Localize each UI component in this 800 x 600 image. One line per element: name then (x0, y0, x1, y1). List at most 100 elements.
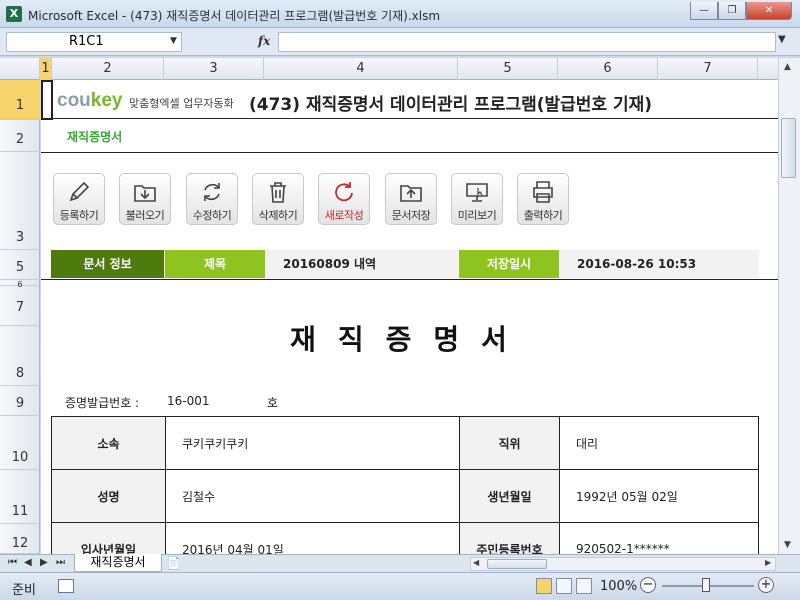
row-header[interactable]: 10 (0, 416, 40, 470)
field-label: 주민등록번호 (459, 522, 560, 554)
title-bar: X Microsoft Excel - (473) 재직증명서 데이터관리 프로… (0, 0, 800, 28)
maximize-button[interactable]: ❐ (718, 2, 746, 20)
logo-subtitle: 맞춤형엑셀 업무자동화 (129, 97, 234, 110)
sheet-tab-active[interactable]: 재직증명서 (74, 554, 162, 572)
zoom-out-button[interactable]: − (640, 577, 656, 593)
window-title: Microsoft Excel - (473) 재직증명서 데이터관리 프로그램… (28, 9, 441, 23)
row-header[interactable]: 1 (0, 80, 40, 120)
logo-text-a: cou (57, 90, 91, 111)
button-label: 삭제하기 (258, 209, 298, 222)
row-header[interactable]: 2 (0, 120, 40, 152)
row-header[interactable]: 9 (0, 386, 40, 416)
zoom-slider-thumb[interactable] (702, 578, 710, 592)
column-header[interactable]: 5 (458, 58, 558, 80)
document-title: (473) 재직증명서 데이터관리 프로그램(발급번호 기재) (249, 95, 653, 115)
field-value[interactable]: 대리 (559, 416, 759, 470)
normal-view-icon[interactable] (536, 578, 552, 594)
field-value[interactable]: 쿠키쿠키쿠키 (165, 416, 460, 470)
field-label: 성명 (51, 469, 166, 523)
issue-number-label: 증명발급번호 : (65, 396, 140, 410)
row-headers: 1 2 3 5 6 7 8 9 10 11 12 (0, 80, 40, 554)
scroll-left-icon[interactable]: ◀ (473, 558, 479, 567)
button-label: 불러오기 (125, 209, 165, 222)
expand-formula-icon[interactable]: ▼ (778, 34, 786, 45)
select-all-corner[interactable] (0, 58, 40, 80)
delete-button[interactable]: 삭제하기 (252, 173, 304, 225)
field-label: 직위 (459, 416, 560, 470)
field-value[interactable]: 김철수 (165, 469, 460, 523)
fx-icon[interactable]: fx (258, 34, 270, 48)
field-value[interactable]: 1992년 05월 02일 (559, 469, 759, 523)
divider (41, 118, 778, 119)
scroll-right-icon[interactable]: ▶ (765, 558, 771, 567)
issue-number[interactable]: 16-001 (167, 394, 210, 408)
row-header[interactable]: 12 (0, 524, 40, 554)
column-header[interactable]: 7 (658, 58, 758, 80)
macro-record-icon[interactable] (58, 579, 74, 593)
folder-upload-icon (400, 185, 422, 202)
zoom-in-button[interactable]: + (758, 577, 774, 593)
field-value[interactable]: 2016년 04월 01일 (165, 522, 460, 554)
button-label: 등록하기 (59, 209, 99, 222)
row-header[interactable]: 11 (0, 470, 40, 524)
divider (41, 152, 778, 153)
prev-sheet-icon[interactable]: ◀ (24, 557, 32, 568)
preview-button[interactable]: 미리보기 (451, 173, 503, 225)
button-label: 새로작성 (324, 209, 364, 222)
column-header[interactable]: 1 (40, 58, 52, 80)
horizontal-scrollbar[interactable]: ◀ ▶ (470, 557, 776, 571)
vertical-scroll-thumb[interactable] (781, 118, 796, 178)
logo-text-b: key (90, 90, 123, 111)
edit-button[interactable]: 수정하기 (186, 173, 238, 225)
scroll-up-icon[interactable]: ▲ (784, 62, 791, 72)
row-header[interactable]: 7 (0, 286, 40, 326)
save-document-button[interactable]: 문서저장 (385, 173, 437, 225)
active-cell[interactable] (41, 80, 53, 120)
minimize-button[interactable]: — (690, 2, 718, 20)
column-header[interactable]: 2 (52, 58, 164, 80)
table-row: 소속 쿠키쿠키쿠키 직위 대리 (51, 416, 759, 470)
worksheet[interactable]: coukey 맞춤형엑셀 업무자동화 (473) 재직증명서 데이터관리 프로그… (41, 80, 778, 554)
register-button[interactable]: 등록하기 (53, 173, 105, 225)
horizontal-scroll-thumb[interactable] (487, 559, 547, 569)
reload-icon (335, 182, 353, 202)
doc-info-label: 문서 정보 (51, 250, 164, 278)
new-button[interactable]: 새로작성 (318, 173, 370, 225)
row-header[interactable]: 8 (0, 326, 40, 386)
formula-input[interactable] (278, 32, 776, 52)
status-bar: 준비 100% − + (0, 572, 800, 600)
chevron-down-icon[interactable]: ▼ (170, 36, 177, 46)
close-button[interactable]: ✕ (746, 2, 792, 20)
zoom-level[interactable]: 100% (600, 579, 637, 594)
trash-icon (270, 182, 286, 203)
load-button[interactable]: 불러오기 (119, 173, 171, 225)
page-layout-view-icon[interactable] (556, 578, 572, 594)
first-sheet-icon[interactable]: ⏮ (8, 557, 17, 568)
status-ready: 준비 (12, 583, 36, 598)
field-label: 입사년월일 (51, 522, 166, 554)
coukey-logo: coukey (57, 90, 122, 112)
row-header[interactable]: 3 (0, 152, 40, 250)
insert-sheet-icon[interactable]: 📄 (166, 556, 181, 570)
sheet-title: 재직증명서 (67, 130, 123, 144)
page-break-view-icon[interactable] (576, 578, 592, 594)
field-value[interactable]: 920502-1****** (559, 522, 759, 554)
excel-icon: X (6, 6, 22, 22)
name-box[interactable]: R1C1 (6, 32, 182, 52)
sheet-tab-bar: ⏮ ◀ ▶ ⏭ 재직증명서 📄 ◀ ▶ (0, 554, 800, 572)
button-label: 문서저장 (391, 209, 431, 222)
column-header[interactable]: 4 (264, 58, 458, 80)
column-header[interactable]: 3 (164, 58, 264, 80)
table-row: 성명 김철수 생년월일 1992년 05월 02일 (51, 469, 759, 523)
print-button[interactable]: 출력하기 (517, 173, 569, 225)
subject-label: 제목 (165, 250, 265, 278)
refresh-icon (204, 183, 220, 201)
scroll-down-icon[interactable]: ▼ (784, 540, 791, 550)
field-label: 생년월일 (459, 469, 560, 523)
button-label: 출력하기 (523, 209, 563, 222)
subject-value[interactable]: 20160809 내역 (283, 250, 453, 278)
row-header[interactable]: 5 (0, 250, 40, 280)
column-header[interactable]: 6 (558, 58, 658, 80)
last-sheet-icon[interactable]: ⏭ (56, 557, 65, 568)
next-sheet-icon[interactable]: ▶ (40, 557, 48, 568)
